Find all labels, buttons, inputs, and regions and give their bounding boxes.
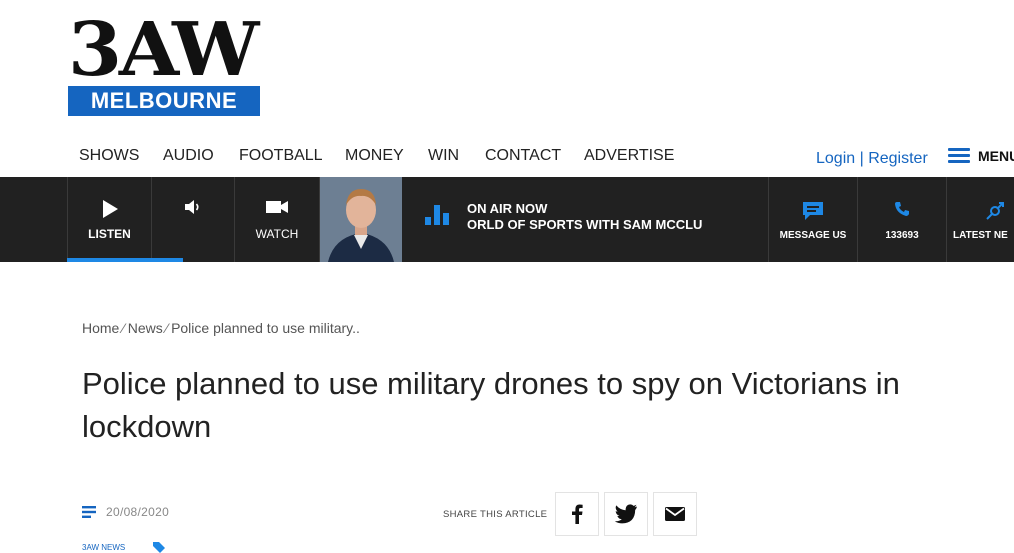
phone-button[interactable]: 133693 — [858, 177, 947, 262]
play-icon — [102, 200, 118, 218]
on-air-show[interactable]: ORLD OF SPORTS WITH SAM MCCLU — [467, 217, 702, 232]
equalizer-icon — [425, 205, 449, 225]
listen-button[interactable]: LISTEN — [67, 177, 152, 262]
breadcrumb-news[interactable]: News — [128, 320, 163, 336]
on-air-title: ON AIR NOW — [467, 201, 548, 216]
share-label: SHARE THIS ARTICLE — [443, 509, 548, 520]
article-category[interactable]: 3AW NEWS — [82, 543, 125, 552]
share-twitter-button[interactable] — [604, 492, 648, 536]
share-email-button[interactable] — [653, 492, 697, 536]
article-lines-icon — [82, 506, 96, 518]
hamburger-icon — [948, 148, 970, 164]
nav-money[interactable]: MONEY — [345, 147, 404, 165]
listen-active-indicator — [67, 258, 183, 262]
breadcrumb-home[interactable]: Home — [82, 320, 119, 336]
watch-label: WATCH — [255, 227, 299, 241]
menu-label: MENU — [978, 148, 1014, 164]
article-date: 20/08/2020 — [106, 505, 170, 519]
nav-contact[interactable]: CONTACT — [485, 147, 561, 165]
latest-news-button[interactable]: LATEST NE — [947, 177, 1014, 262]
breadcrumb-current: Police planned to use military.. — [171, 320, 360, 336]
logo-3aw: 3AW — [68, 7, 259, 93]
phone-icon — [895, 202, 909, 216]
volume-icon — [185, 200, 199, 214]
share-facebook-button[interactable] — [555, 492, 599, 536]
menu-button[interactable]: MENU — [948, 148, 1014, 164]
email-icon — [665, 507, 685, 521]
message-us-button[interactable]: MESSAGE US — [768, 177, 858, 262]
latest-news-label: LATEST NE — [953, 230, 1008, 241]
nav-shows[interactable]: SHOWS — [79, 147, 139, 165]
video-camera-icon — [266, 201, 288, 213]
nav-win[interactable]: WIN — [428, 147, 459, 165]
facebook-icon — [572, 504, 583, 524]
nav-advertise[interactable]: ADVERTISE — [584, 147, 674, 165]
latest-news-icon — [986, 202, 1004, 220]
breadcrumb: Home ⁄ News ⁄ Police planned to use military… — [82, 320, 360, 336]
site-logo[interactable]: 3AW MELBOURNE — [68, 13, 260, 116]
player-bar: LISTEN WATCH ON AIR NOW ORLD OF SPORTS W… — [0, 177, 1014, 262]
article-headline: Police planned to use military drones to… — [82, 366, 900, 444]
host-photo — [320, 177, 402, 262]
message-us-label: MESSAGE US — [779, 230, 847, 241]
watch-button[interactable]: WATCH — [235, 177, 320, 262]
phone-number: 133693 — [885, 230, 919, 241]
volume-button[interactable] — [152, 177, 235, 262]
article-meta: 20/08/2020 — [82, 505, 169, 519]
listen-label: LISTEN — [88, 227, 131, 241]
nav-audio[interactable]: AUDIO — [163, 147, 214, 165]
nav-football[interactable]: FOOTBALL — [239, 147, 323, 165]
login-register-link[interactable]: Login | Register — [816, 150, 928, 168]
twitter-icon — [614, 504, 637, 524]
message-icon — [803, 202, 823, 220]
top-nav: SHOWS AUDIO FOOTBALL MONEY WIN CONTACT A… — [0, 140, 1014, 177]
tag-icon — [153, 542, 165, 553]
